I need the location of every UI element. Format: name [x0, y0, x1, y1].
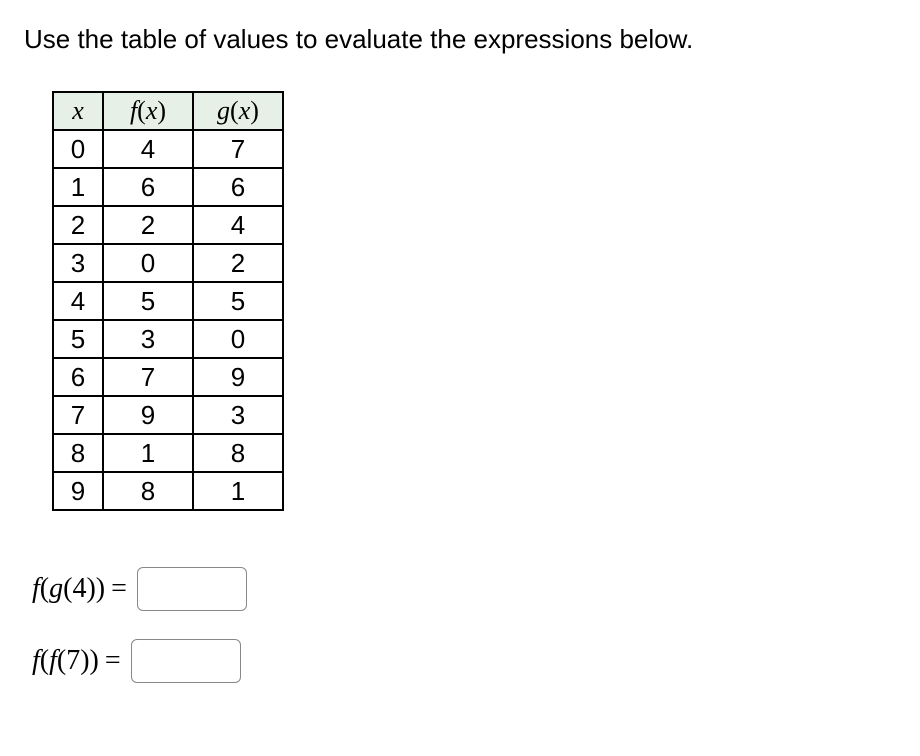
expression-label-ff7: f(f(7))=	[32, 645, 131, 677]
answer-input-fg4[interactable]	[137, 567, 247, 611]
table-body: 0 4 7 1 6 6 2 2 4 3 0 2 4 5 5	[53, 130, 283, 510]
table-row: 8 1 8	[53, 434, 283, 472]
values-table: x f(x) g(x) 0 4 7 1 6 6 2 2 4 3	[52, 91, 284, 511]
table-row: 6 7 9	[53, 358, 283, 396]
cell-x: 5	[53, 320, 103, 358]
cell-x: 0	[53, 130, 103, 168]
table-row: 2 2 4	[53, 206, 283, 244]
cell-f: 5	[103, 282, 193, 320]
table-row: 3 0 2	[53, 244, 283, 282]
expression-label-fg4: f(g(4))=	[32, 573, 137, 605]
expression-row: f(f(7))=	[32, 639, 896, 683]
cell-g: 4	[193, 206, 283, 244]
cell-g: 3	[193, 396, 283, 434]
cell-g: 5	[193, 282, 283, 320]
cell-g: 7	[193, 130, 283, 168]
cell-x: 7	[53, 396, 103, 434]
header-fx: f(x)	[103, 92, 193, 130]
cell-g: 6	[193, 168, 283, 206]
cell-x: 1	[53, 168, 103, 206]
cell-f: 9	[103, 396, 193, 434]
expression-row: f(g(4))=	[32, 567, 896, 611]
cell-f: 1	[103, 434, 193, 472]
table-row: 1 6 6	[53, 168, 283, 206]
cell-x: 8	[53, 434, 103, 472]
answer-input-ff7[interactable]	[131, 639, 241, 683]
cell-f: 3	[103, 320, 193, 358]
header-gx: g(x)	[193, 92, 283, 130]
table-row: 0 4 7	[53, 130, 283, 168]
cell-f: 2	[103, 206, 193, 244]
cell-x: 2	[53, 206, 103, 244]
header-x: x	[53, 92, 103, 130]
table-row: 9 8 1	[53, 472, 283, 510]
cell-g: 2	[193, 244, 283, 282]
cell-f: 8	[103, 472, 193, 510]
cell-x: 9	[53, 472, 103, 510]
cell-f: 7	[103, 358, 193, 396]
cell-g: 9	[193, 358, 283, 396]
table-row: 5 3 0	[53, 320, 283, 358]
values-table-container: x f(x) g(x) 0 4 7 1 6 6 2 2 4 3	[52, 91, 896, 511]
cell-f: 0	[103, 244, 193, 282]
cell-g: 8	[193, 434, 283, 472]
expressions-section: f(g(4))= f(f(7))=	[32, 567, 896, 683]
cell-x: 6	[53, 358, 103, 396]
cell-f: 6	[103, 168, 193, 206]
table-row: 4 5 5	[53, 282, 283, 320]
cell-g: 1	[193, 472, 283, 510]
cell-g: 0	[193, 320, 283, 358]
cell-x: 4	[53, 282, 103, 320]
instruction-text: Use the table of values to evaluate the …	[24, 24, 896, 55]
cell-f: 4	[103, 130, 193, 168]
table-row: 7 9 3	[53, 396, 283, 434]
cell-x: 3	[53, 244, 103, 282]
